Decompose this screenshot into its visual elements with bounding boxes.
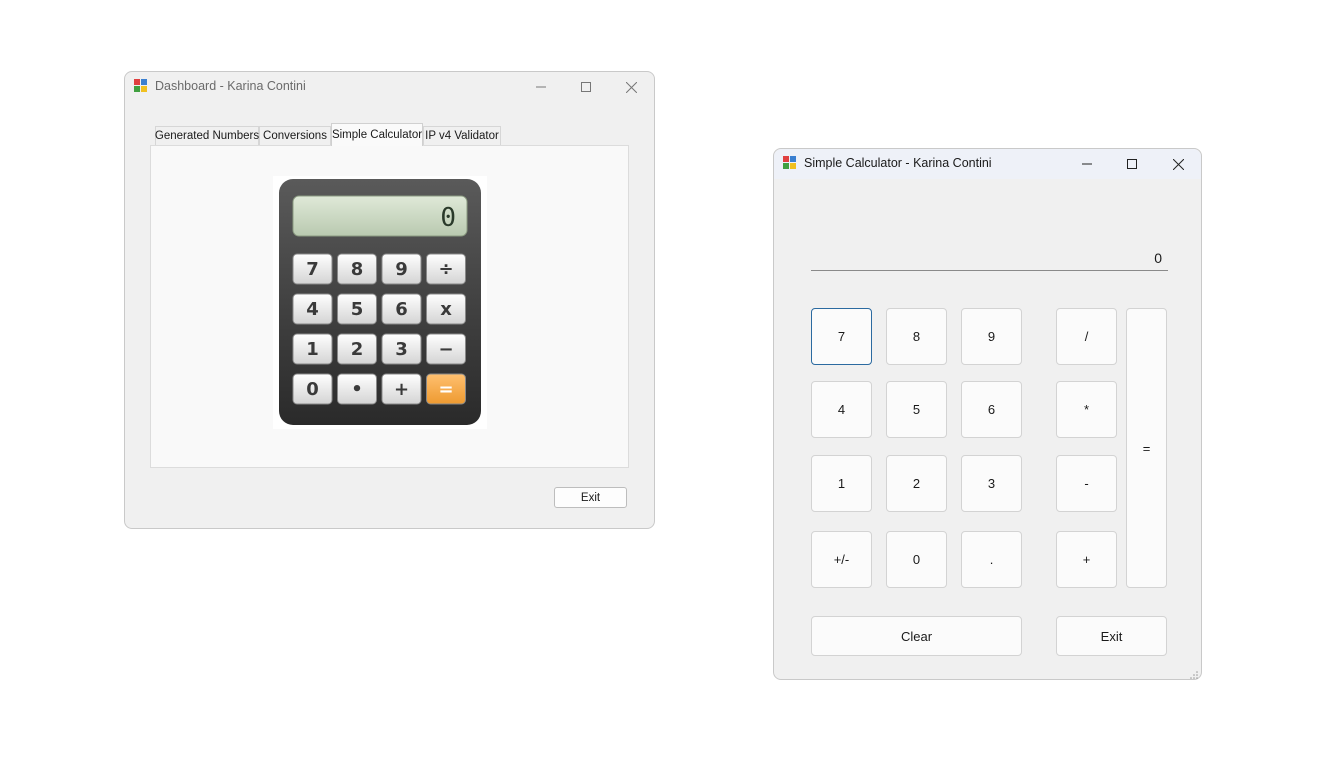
illustration-key-label: 5 — [351, 299, 364, 320]
illustration-key-label: 3 — [395, 339, 408, 360]
tab-conversions[interactable]: Conversions — [259, 126, 331, 145]
illustration-key-label: • — [351, 379, 363, 400]
resize-grip-icon[interactable] — [1189, 667, 1199, 679]
exit-button[interactable]: Exit — [554, 487, 627, 508]
digit-2-button[interactable]: 2 — [886, 455, 947, 512]
digit-7-button[interactable]: 7 — [811, 308, 872, 365]
digit-8-button[interactable]: 8 — [886, 308, 947, 365]
illustration-key-label: ÷ — [438, 259, 453, 280]
close-icon — [1172, 158, 1184, 170]
maximize-button[interactable] — [1117, 153, 1147, 175]
tab-simple-calculator[interactable]: Simple Calculator — [331, 123, 423, 146]
close-button[interactable] — [616, 76, 646, 98]
dashboard-window: Dashboard - Karina Contini Generated Num… — [124, 71, 655, 529]
maximize-icon — [581, 82, 591, 92]
lcd-digit: 0 — [440, 203, 456, 233]
illustration-key-label: 2 — [351, 339, 364, 360]
simple-calculator-tab-panel: 0 7 8 9 ÷ 4 5 6 x 1 2 3 − 0 • + = — [150, 145, 629, 468]
digit-1-button[interactable]: 1 — [811, 455, 872, 512]
dashboard-titlebar[interactable]: Dashboard - Karina Contini — [125, 72, 654, 102]
illustration-key-label: + — [394, 379, 409, 400]
digit-5-button[interactable]: 5 — [886, 381, 947, 438]
calculator-display: 0 — [811, 247, 1168, 271]
illustration-key-label: 1 — [306, 339, 319, 360]
minimize-icon — [536, 86, 546, 88]
window-title: Simple Calculator - Karina Contini — [804, 156, 992, 170]
illustration-key-label: 9 — [395, 259, 408, 280]
digit-4-button[interactable]: 4 — [811, 381, 872, 438]
calculator-titlebar[interactable]: Simple Calculator - Karina Contini — [774, 149, 1201, 179]
close-icon — [625, 81, 637, 93]
calculator-illustration: 0 7 8 9 ÷ 4 5 6 x 1 2 3 − 0 • + = — [273, 176, 487, 429]
tab-generated-numbers[interactable]: Generated Numbers — [155, 126, 259, 145]
divide-button[interactable]: / — [1056, 308, 1117, 365]
digit-9-button[interactable]: 9 — [961, 308, 1022, 365]
equals-button[interactable]: = — [1126, 308, 1167, 588]
digit-0-button[interactable]: 0 — [886, 531, 947, 588]
illustration-key-label: x — [440, 299, 452, 320]
window-title: Dashboard - Karina Contini — [155, 79, 306, 93]
illustration-key-label: 4 — [306, 299, 319, 320]
app-icon — [783, 156, 797, 170]
decimal-button[interactable]: . — [961, 531, 1022, 588]
maximize-icon — [1127, 159, 1137, 169]
illustration-key-label: 0 — [306, 379, 319, 400]
exit-button[interactable]: Exit — [1056, 616, 1167, 656]
subtract-button[interactable]: - — [1056, 455, 1117, 512]
negate-button[interactable]: +/- — [811, 531, 872, 588]
illustration-key-label: 6 — [395, 299, 408, 320]
minimize-button[interactable] — [526, 76, 556, 98]
add-button[interactable]: + — [1056, 531, 1117, 588]
close-button[interactable] — [1163, 153, 1193, 175]
multiply-button[interactable]: * — [1056, 381, 1117, 438]
minimize-button[interactable] — [1072, 153, 1102, 175]
illustration-key-label: 8 — [351, 259, 364, 280]
tab-ipv4-validator[interactable]: IP v4 Validator — [423, 126, 501, 145]
illustration-key-label: 7 — [306, 259, 319, 280]
calculator-window: Simple Calculator - Karina Contini 0 7 8… — [773, 148, 1202, 680]
illustration-key-label: − — [438, 339, 453, 360]
app-icon — [134, 79, 148, 93]
digit-6-button[interactable]: 6 — [961, 381, 1022, 438]
minimize-icon — [1082, 163, 1092, 165]
illustration-key-label: = — [438, 379, 453, 400]
digit-3-button[interactable]: 3 — [961, 455, 1022, 512]
maximize-button[interactable] — [571, 76, 601, 98]
clear-button[interactable]: Clear — [811, 616, 1022, 656]
calculator-icon: 0 7 8 9 ÷ 4 5 6 x 1 2 3 − 0 • + = — [279, 179, 481, 425]
